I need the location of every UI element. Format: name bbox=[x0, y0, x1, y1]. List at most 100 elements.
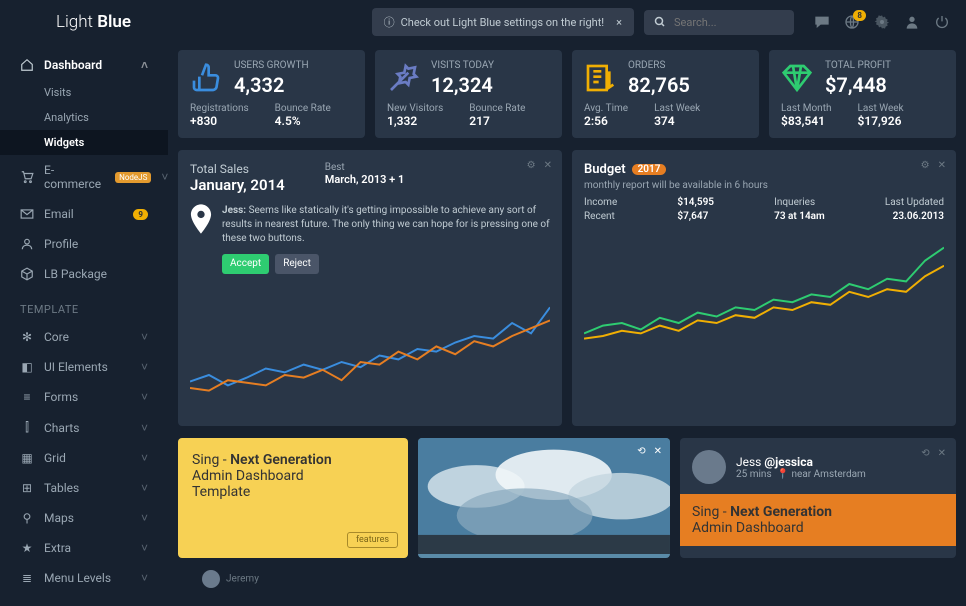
refresh-icon[interactable]: ⟲ bbox=[637, 446, 645, 457]
promo-band[interactable]: Sing - Next Generation Admin Dashboard bbox=[680, 494, 956, 546]
chevron-down-icon: ˅ bbox=[141, 421, 148, 435]
chevron-down-icon: ˅ bbox=[141, 541, 148, 555]
menu-icon: ◧ bbox=[20, 360, 34, 374]
nav-dashboard[interactable]: Dashboard ˄ bbox=[0, 50, 168, 80]
chevron-up-icon: ˄ bbox=[141, 58, 148, 72]
stat-value: 82,765 bbox=[628, 73, 690, 97]
sales-date: January, 2014 bbox=[190, 176, 285, 194]
updated-label: Last Updated bbox=[885, 197, 944, 208]
promo-card[interactable]: Sing - Next Generation Admin Dashboard T… bbox=[178, 438, 408, 558]
chevron-down-icon: ˅ bbox=[141, 481, 148, 495]
close-icon[interactable]: ✕ bbox=[544, 160, 552, 171]
nav-label: Maps bbox=[44, 511, 74, 525]
home-icon bbox=[20, 58, 34, 72]
globe-icon[interactable]: 8 bbox=[844, 14, 860, 30]
chat-icon[interactable] bbox=[814, 14, 830, 30]
nav-label: Grid bbox=[44, 451, 66, 465]
nav-extra[interactable]: ★Extra˅ bbox=[0, 533, 168, 563]
nav-grid[interactable]: ▦ Grid ˅ bbox=[0, 443, 168, 473]
stat-icon bbox=[584, 60, 616, 97]
nav-ecommerce[interactable]: E-commerce NodeJS ˅ bbox=[0, 155, 168, 199]
recent-value: $7,647 bbox=[677, 211, 714, 222]
income-label: Income bbox=[584, 197, 617, 208]
gear-icon[interactable]: ⚙ bbox=[921, 160, 930, 171]
chevron-down-icon: ˅ bbox=[141, 451, 148, 465]
accept-button[interactable]: Accept bbox=[222, 254, 269, 274]
nav-ui-elements[interactable]: ◧UI Elements˅ bbox=[0, 352, 168, 382]
refresh-icon[interactable]: ⟲ bbox=[921, 448, 929, 459]
nav-maps[interactable]: ⚲Maps˅ bbox=[0, 503, 168, 533]
close-icon[interactable]: ✕ bbox=[938, 160, 946, 171]
nav-label: Extra bbox=[44, 541, 71, 555]
nav-charts[interactable]: ⫿Charts˅ bbox=[0, 412, 168, 443]
nav-visits[interactable]: Visits bbox=[0, 80, 168, 105]
nav-tables[interactable]: ⊞ Tables ˅ bbox=[0, 473, 168, 503]
stat-title: VISITS TODAY bbox=[431, 60, 494, 71]
template-header: TEMPLATE bbox=[0, 289, 168, 322]
logo-a: Light bbox=[56, 12, 93, 32]
image-card[interactable]: ⟲✕ bbox=[418, 438, 670, 558]
features-button[interactable]: features bbox=[347, 532, 398, 548]
budget-chart bbox=[584, 232, 944, 362]
menu-icon: ▦ bbox=[20, 451, 34, 465]
gear-icon[interactable] bbox=[874, 14, 890, 30]
chevron-down-icon: ˅ bbox=[141, 390, 148, 404]
nav-label: Email bbox=[44, 207, 74, 221]
close-icon[interactable]: ✕ bbox=[938, 448, 946, 459]
chevron-down-icon: ˅ bbox=[161, 170, 168, 184]
menu-icon: ⊞ bbox=[20, 481, 34, 495]
close-icon[interactable]: ✕ bbox=[654, 446, 662, 457]
stat-title: USERS GROWTH bbox=[234, 60, 309, 71]
menu-icon: ✻ bbox=[20, 330, 34, 344]
nav-label: UI Elements bbox=[44, 360, 108, 374]
package-icon bbox=[20, 267, 34, 281]
nav-widgets[interactable]: Widgets bbox=[0, 130, 168, 155]
profile-card: ⟲✕ Jess @jessica 25 mins 📍 near Amsterda… bbox=[680, 438, 956, 558]
logo[interactable]: Light Blue bbox=[56, 12, 131, 32]
nav-label: Tables bbox=[44, 481, 79, 495]
power-icon[interactable] bbox=[934, 14, 950, 30]
nav-label: LB Package bbox=[44, 267, 107, 281]
nav-label: Core bbox=[44, 330, 69, 344]
pin-icon bbox=[190, 204, 212, 274]
stat-card: VISITS TODAY12,324New Visitors1,332Bounc… bbox=[375, 50, 562, 138]
search-box[interactable] bbox=[644, 10, 794, 35]
top-bar: Light Blue ⓘ Check out Light Blue settin… bbox=[0, 0, 966, 44]
stat-card: USERS GROWTH4,332Registrations+830Bounce… bbox=[178, 50, 365, 138]
income-value: $14,595 bbox=[677, 197, 714, 208]
stat-card: TOTAL PROFIT$7,448Last Month$83,541Last … bbox=[769, 50, 956, 138]
nav-email[interactable]: Email 9 bbox=[0, 199, 168, 229]
main-content: USERS GROWTH4,332Registrations+830Bounce… bbox=[168, 44, 966, 606]
reject-button[interactable]: Reject bbox=[275, 254, 319, 274]
close-icon[interactable]: × bbox=[616, 16, 622, 29]
nav-label: Dashboard bbox=[44, 58, 102, 72]
total-sales-panel: ⚙✕ Total Sales January, 2014 Best March,… bbox=[178, 150, 562, 426]
search-input[interactable] bbox=[674, 16, 784, 29]
info-icon: ⓘ bbox=[384, 14, 395, 30]
gear-icon[interactable]: ⚙ bbox=[527, 160, 536, 171]
chevron-down-icon: ˅ bbox=[141, 571, 148, 585]
nav-core[interactable]: ✻ Core ˅ bbox=[0, 322, 168, 352]
nav-analytics[interactable]: Analytics bbox=[0, 105, 168, 130]
menu-icon: ⚲ bbox=[20, 511, 34, 525]
nav-forms[interactable]: ≡Forms˅ bbox=[0, 382, 168, 412]
inqueries-value: 73 at 14am bbox=[774, 211, 825, 222]
search-icon bbox=[654, 16, 666, 28]
settings-alert[interactable]: ⓘ Check out Light Blue settings on the r… bbox=[372, 8, 634, 36]
nav-profile[interactable]: Profile bbox=[0, 229, 168, 259]
budget-title: Budget bbox=[584, 162, 626, 178]
updated-value: 23.06.2013 bbox=[885, 211, 944, 222]
user-icon[interactable] bbox=[904, 14, 920, 30]
email-badge: 9 bbox=[133, 209, 148, 220]
avatar[interactable] bbox=[692, 450, 726, 484]
nav-menu-levels[interactable]: ≣ Menu Levels ˅ bbox=[0, 563, 168, 593]
nav-lb-package[interactable]: LB Package bbox=[0, 259, 168, 289]
stat-value: $7,448 bbox=[825, 73, 891, 97]
chevron-down-icon: ˅ bbox=[141, 330, 148, 344]
nav-label: Menu Levels bbox=[44, 571, 111, 585]
sidebar: Dashboard ˄ Visits Analytics Widgets E-c… bbox=[0, 44, 168, 606]
user-icon bbox=[20, 237, 34, 251]
menu-icon: ≣ bbox=[20, 571, 34, 585]
sales-message: Jess: Seems like statically it's getting… bbox=[222, 204, 550, 274]
nav-label: Forms bbox=[44, 390, 78, 404]
